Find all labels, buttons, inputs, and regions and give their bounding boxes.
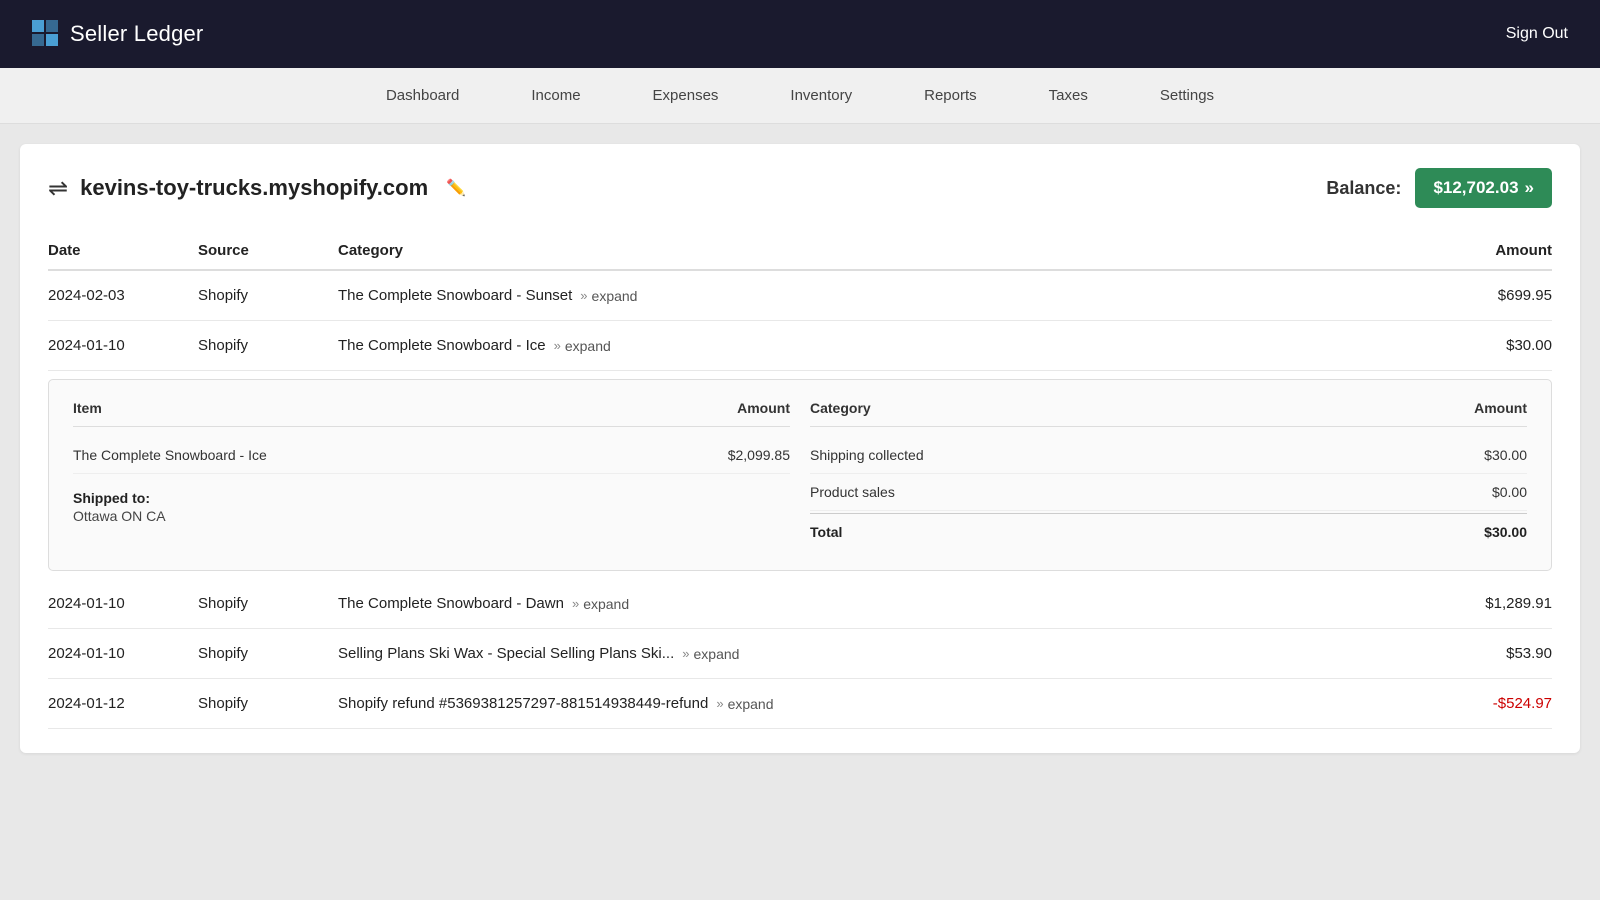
detail-categories-header: Category Amount bbox=[810, 400, 1527, 427]
row-category: The Complete Snowboard - Ice » expand bbox=[338, 337, 1412, 354]
expand-button[interactable]: » expand bbox=[716, 696, 773, 712]
top-header: Seller Ledger Sign Out bbox=[0, 0, 1600, 68]
table-row: 2024-01-10 Shopify The Complete Snowboar… bbox=[48, 321, 1552, 371]
account-card: ⇌ kevins-toy-trucks.myshopify.com ✏️ Bal… bbox=[20, 144, 1580, 753]
logo-text: Seller Ledger bbox=[70, 21, 203, 47]
nav-item-income[interactable]: Income bbox=[495, 68, 616, 124]
table-row: 2024-02-03 Shopify The Complete Snowboar… bbox=[48, 271, 1552, 321]
row-amount: $53.90 bbox=[1412, 645, 1552, 662]
cat-col-label: Category bbox=[810, 400, 1407, 416]
col-header-source: Source bbox=[198, 242, 338, 259]
detail-item-amount-label: Amount bbox=[670, 400, 790, 416]
expand-chevron-icon: » bbox=[554, 338, 561, 353]
table-row: 2024-01-10 Shopify The Complete Snowboar… bbox=[48, 579, 1552, 629]
cat-amount-label: Amount bbox=[1407, 400, 1527, 416]
shipped-value: Ottawa ON CA bbox=[73, 508, 790, 524]
logo-icon bbox=[32, 20, 60, 48]
nav-item-settings[interactable]: Settings bbox=[1124, 68, 1250, 124]
nav-bar: Dashboard Income Expenses Inventory Repo… bbox=[0, 68, 1600, 124]
account-header: ⇌ kevins-toy-trucks.myshopify.com ✏️ Bal… bbox=[48, 168, 1552, 208]
row-source: Shopify bbox=[198, 595, 338, 612]
table-row: 2024-01-12 Shopify Shopify refund #53693… bbox=[48, 679, 1552, 729]
balance-value: $12,702.03 » bbox=[1415, 168, 1552, 208]
expand-button[interactable]: » expand bbox=[580, 288, 637, 304]
detail-grid: Item Amount The Complete Snowboard - Ice… bbox=[73, 400, 1527, 550]
row-category: The Complete Snowboard - Dawn » expand bbox=[338, 595, 1412, 612]
cat-total-row: Total $30.00 bbox=[810, 513, 1527, 550]
col-header-category: Category bbox=[338, 242, 1412, 259]
row-date: 2024-01-12 bbox=[48, 695, 198, 712]
cat-row-label: Product sales bbox=[810, 484, 1407, 500]
row-source: Shopify bbox=[198, 337, 338, 354]
account-title: ⇌ kevins-toy-trucks.myshopify.com ✏️ bbox=[48, 174, 466, 203]
col-header-date: Date bbox=[48, 242, 198, 259]
row-source: Shopify bbox=[198, 287, 338, 304]
cat-total-amount: $30.00 bbox=[1407, 524, 1527, 540]
account-name: kevins-toy-trucks.myshopify.com bbox=[80, 175, 428, 201]
detail-items-header: Item Amount bbox=[73, 400, 790, 427]
balance-label: Balance: bbox=[1326, 178, 1401, 199]
detail-item-col-label: Item bbox=[73, 400, 670, 416]
row-date: 2024-01-10 bbox=[48, 337, 198, 354]
shipped-label: Shipped to: bbox=[73, 490, 790, 506]
nav-item-expenses[interactable]: Expenses bbox=[617, 68, 755, 124]
nav-item-inventory[interactable]: Inventory bbox=[754, 68, 888, 124]
expand-chevron-icon: » bbox=[572, 596, 579, 611]
row-category: Shopify refund #5369381257297-8815149384… bbox=[338, 695, 1412, 712]
expand-button[interactable]: » expand bbox=[572, 596, 629, 612]
chevron-right-icon: » bbox=[1525, 178, 1534, 198]
expand-button[interactable]: » expand bbox=[554, 338, 611, 354]
cat-total-label: Total bbox=[810, 524, 1407, 540]
row-amount: $699.95 bbox=[1412, 287, 1552, 304]
col-header-amount: Amount bbox=[1412, 242, 1552, 259]
expand-chevron-icon: » bbox=[682, 646, 689, 661]
detail-card: Item Amount The Complete Snowboard - Ice… bbox=[48, 379, 1552, 571]
table-header: Date Source Category Amount bbox=[48, 232, 1552, 271]
detail-items-col: Item Amount The Complete Snowboard - Ice… bbox=[73, 400, 790, 550]
detail-item-amount: $2,099.85 bbox=[670, 447, 790, 463]
cat-row: Product sales $0.00 bbox=[810, 474, 1527, 511]
row-category: The Complete Snowboard - Sunset » expand bbox=[338, 287, 1412, 304]
logo-area: Seller Ledger bbox=[32, 20, 203, 48]
row-amount: $1,289.91 bbox=[1412, 595, 1552, 612]
row-category: Selling Plans Ski Wax - Special Selling … bbox=[338, 645, 1412, 662]
row-source: Shopify bbox=[198, 645, 338, 662]
row-source: Shopify bbox=[198, 695, 338, 712]
nav-item-dashboard[interactable]: Dashboard bbox=[350, 68, 495, 124]
expand-chevron-icon: » bbox=[580, 288, 587, 303]
cat-row: Shipping collected $30.00 bbox=[810, 437, 1527, 474]
row-date: 2024-01-10 bbox=[48, 645, 198, 662]
edit-icon[interactable]: ✏️ bbox=[446, 178, 466, 198]
transfer-icon: ⇌ bbox=[48, 174, 68, 203]
table-row: 2024-01-10 Shopify Selling Plans Ski Wax… bbox=[48, 629, 1552, 679]
sign-out-button[interactable]: Sign Out bbox=[1506, 25, 1568, 43]
expand-chevron-icon: » bbox=[716, 696, 723, 711]
cat-row-amount: $30.00 bbox=[1407, 447, 1527, 463]
nav-item-reports[interactable]: Reports bbox=[888, 68, 1013, 124]
main-content: ⇌ kevins-toy-trucks.myshopify.com ✏️ Bal… bbox=[0, 124, 1600, 773]
detail-item-row: The Complete Snowboard - Ice $2,099.85 bbox=[73, 437, 790, 474]
balance-area: Balance: $12,702.03 » bbox=[1326, 168, 1552, 208]
row-amount: $30.00 bbox=[1412, 337, 1552, 354]
detail-item-name: The Complete Snowboard - Ice bbox=[73, 447, 670, 463]
expand-button[interactable]: » expand bbox=[682, 646, 739, 662]
detail-categories-col: Category Amount Shipping collected $30.0… bbox=[810, 400, 1527, 550]
row-amount: -$524.97 bbox=[1412, 695, 1552, 712]
cat-row-label: Shipping collected bbox=[810, 447, 1407, 463]
nav-item-taxes[interactable]: Taxes bbox=[1013, 68, 1124, 124]
row-date: 2024-01-10 bbox=[48, 595, 198, 612]
row-date: 2024-02-03 bbox=[48, 287, 198, 304]
cat-row-amount: $0.00 bbox=[1407, 484, 1527, 500]
